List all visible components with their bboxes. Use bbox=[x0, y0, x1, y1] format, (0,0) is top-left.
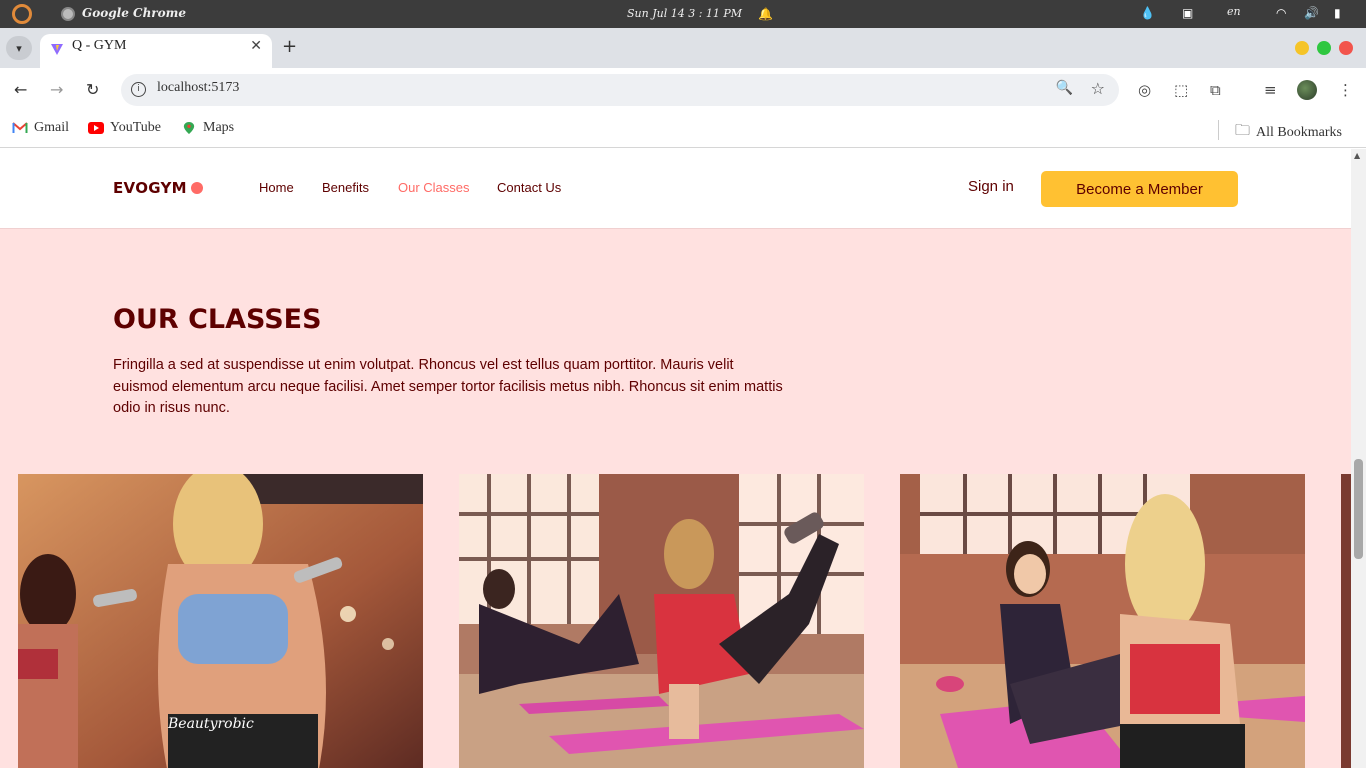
nav-benefits[interactable]: Benefits bbox=[322, 180, 369, 195]
bookmark-youtube[interactable]: YouTube bbox=[88, 120, 161, 136]
nav-contact-us[interactable]: Contact Us bbox=[497, 180, 561, 195]
class-photo bbox=[900, 474, 1305, 768]
class-photo bbox=[1341, 474, 1351, 768]
all-bookmarks-label: All Bookmarks bbox=[1256, 124, 1342, 140]
youtube-icon bbox=[88, 122, 104, 134]
class-image-partner-workout[interactable] bbox=[900, 474, 1305, 768]
class-image-partial[interactable] bbox=[1341, 474, 1351, 768]
screenshot-icon[interactable]: ⬚ bbox=[1174, 81, 1188, 99]
maximize-button[interactable] bbox=[1317, 41, 1331, 55]
all-bookmarks[interactable]: 🗀 All Bookmarks bbox=[1235, 120, 1342, 145]
vite-favicon-icon bbox=[51, 44, 63, 55]
site-info-icon[interactable]: i bbox=[131, 82, 146, 97]
back-arrow-icon[interactable]: ← bbox=[14, 80, 27, 99]
chrome-icon bbox=[61, 7, 75, 21]
folder-icon: 🗀 bbox=[1235, 123, 1251, 139]
page-viewport: EVOGYM Home Benefits Our Classes Contact… bbox=[0, 149, 1351, 768]
logo-text: EVOGYM bbox=[113, 179, 187, 197]
url-text[interactable]: localhost:5173 bbox=[157, 80, 239, 96]
language-indicator[interactable]: en bbox=[1227, 5, 1241, 18]
become-member-button[interactable]: Become a Member bbox=[1041, 171, 1238, 207]
class-photo bbox=[459, 474, 864, 768]
tab-strip: ▾ Q - GYM ✕ + bbox=[0, 28, 1366, 68]
logo-dot-icon bbox=[190, 182, 203, 194]
notification-bell-icon[interactable]: 🔔 bbox=[758, 7, 773, 21]
bookmarks-bar: Gmail YouTube Maps 🗀 All Bookmarks bbox=[0, 112, 1366, 148]
section-description: Fringilla a sed at suspendisse ut enim v… bbox=[113, 357, 783, 416]
close-window-button[interactable] bbox=[1339, 41, 1353, 55]
class-photo: Beautyrobic bbox=[18, 474, 423, 768]
nav-our-classes[interactable]: Our Classes bbox=[398, 180, 470, 195]
profile-avatar[interactable] bbox=[1297, 80, 1317, 100]
close-icon[interactable]: ✕ bbox=[250, 38, 262, 54]
minimize-button[interactable] bbox=[1295, 41, 1309, 55]
more-menu-icon[interactable]: ⋮ bbox=[1338, 81, 1353, 99]
gmail-icon bbox=[12, 122, 28, 133]
puzzle-extensions-icon[interactable]: ⧉ bbox=[1210, 81, 1221, 99]
shirt-logo-text: Beautyrobic bbox=[167, 716, 254, 732]
bookmark-maps[interactable]: Maps bbox=[181, 120, 234, 136]
zoom-icon[interactable]: 🔍 bbox=[1056, 80, 1073, 96]
clock[interactable]: Sun Jul 14 3 : 11 PM bbox=[627, 7, 742, 20]
chevron-down-icon: ▾ bbox=[16, 41, 22, 55]
maps-icon bbox=[183, 122, 195, 134]
sign-in-link[interactable]: Sign in bbox=[968, 178, 1014, 195]
clipboard-icon[interactable]: ▣ bbox=[1182, 6, 1193, 20]
browser-toolbar: ← → ↻ i localhost:5173 🔍 ☆ ◎ ⬚ ⧉ ≡ ⋮ bbox=[0, 68, 1366, 112]
active-app-name: Google Chrome bbox=[82, 6, 186, 20]
page-scrollbar[interactable]: ▲ bbox=[1351, 149, 1366, 768]
drop-icon[interactable]: 💧 bbox=[1140, 6, 1155, 20]
class-image-weights[interactable]: Beautyrobic bbox=[18, 474, 423, 768]
browser-tab[interactable]: Q - GYM ✕ bbox=[40, 34, 272, 68]
tab-search-button[interactable]: ▾ bbox=[6, 36, 32, 60]
bookmark-label: Maps bbox=[203, 120, 235, 135]
os-top-bar: Google Chrome Sun Jul 14 3 : 11 PM 🔔 💧 ▣… bbox=[0, 0, 1366, 28]
battery-icon[interactable]: ▮ bbox=[1334, 6, 1341, 20]
nav-home[interactable]: Home bbox=[259, 180, 294, 195]
scroll-up-arrow-icon[interactable]: ▲ bbox=[1354, 151, 1360, 160]
bookmark-gmail[interactable]: Gmail bbox=[12, 120, 69, 136]
address-bar[interactable]: i localhost:5173 🔍 ☆ bbox=[121, 74, 1119, 106]
new-tab-button[interactable]: + bbox=[282, 36, 297, 57]
reload-icon[interactable]: ↻ bbox=[86, 80, 99, 99]
extension-icon[interactable]: ◎ bbox=[1138, 81, 1151, 99]
scrollbar-thumb[interactable] bbox=[1354, 459, 1363, 559]
section-title: OUR CLASSES bbox=[113, 304, 322, 335]
bookmark-star-icon[interactable]: ☆ bbox=[1091, 79, 1105, 98]
bookmark-label: Gmail bbox=[34, 120, 69, 135]
media-control-icon[interactable]: ≡ bbox=[1264, 81, 1277, 99]
forward-arrow-icon[interactable]: → bbox=[50, 80, 63, 99]
tab-title: Q - GYM bbox=[72, 38, 127, 53]
bookmark-label: YouTube bbox=[110, 120, 161, 135]
site-logo[interactable]: EVOGYM bbox=[113, 179, 203, 197]
ubuntu-icon[interactable] bbox=[12, 4, 32, 24]
site-navbar: EVOGYM Home Benefits Our Classes Contact… bbox=[0, 149, 1351, 229]
wifi-icon[interactable]: ◠ bbox=[1276, 6, 1286, 20]
volume-icon[interactable]: 🔊 bbox=[1304, 6, 1319, 20]
bookmarks-divider bbox=[1218, 120, 1219, 140]
class-image-mat-workout[interactable] bbox=[459, 474, 864, 768]
